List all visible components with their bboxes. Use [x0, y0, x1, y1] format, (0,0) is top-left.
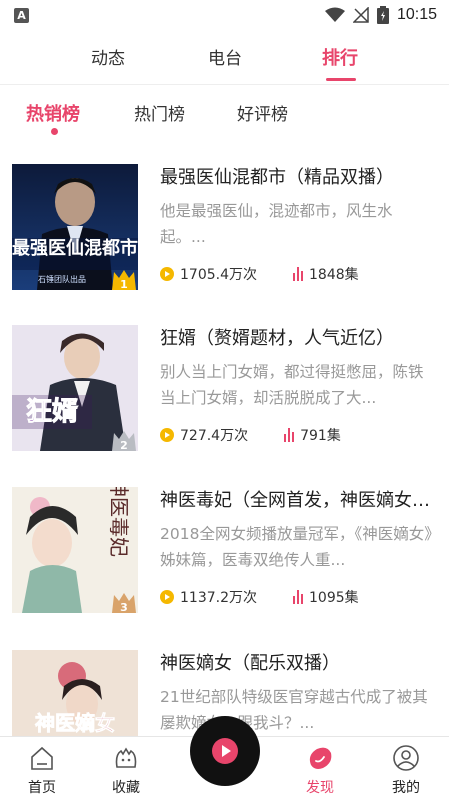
tab-indicator	[326, 78, 356, 81]
wifi-icon	[324, 7, 345, 22]
play-count: 727.4万次	[180, 428, 249, 444]
status-bar: A 10:15	[0, 0, 449, 32]
item-title[interactable]: 神医嫡女（配乐双播）	[160, 650, 440, 675]
play-count: 1137.2万次	[180, 590, 257, 606]
item-meta: 1705.4万次 1848集	[160, 264, 359, 284]
profile-icon	[393, 745, 419, 771]
item-meta: 727.4万次 791集	[160, 425, 341, 445]
play-count-icon	[160, 267, 174, 281]
nav-home[interactable]: 首页	[12, 737, 72, 800]
cover-title: 最强医仙混都市	[12, 237, 138, 259]
cover-subtitle: 石锤团队出品	[38, 274, 86, 284]
tab-dynamic[interactable]: 动态	[91, 44, 125, 69]
cover-title: 神医毒妃	[107, 487, 131, 557]
battery-icon	[376, 6, 389, 24]
book-cover[interactable]: 神医毒妃 3	[12, 487, 138, 613]
tab-ranking[interactable]: 排行	[322, 44, 358, 70]
svg-text:3: 3	[120, 601, 128, 613]
player-disc-button[interactable]	[190, 716, 260, 786]
rank-badge: 3	[112, 593, 136, 613]
list-item[interactable]: 最强医仙混都市 石锤团队出品 1 最强医仙混都市（精品双播） 他是最强医仙，混迹…	[0, 164, 449, 324]
tab-popular[interactable]: 热门榜	[134, 100, 185, 125]
episode-count: 1848集	[309, 267, 359, 283]
book-cover[interactable]: 神医嫡女	[12, 650, 138, 736]
episodes-icon	[293, 267, 303, 281]
episode-count: 791集	[300, 428, 341, 444]
play-count: 1705.4万次	[180, 267, 257, 283]
nav-collection-label: 收藏	[112, 780, 140, 796]
svg-text:2: 2	[120, 439, 128, 451]
app-notification-icon: A	[14, 8, 29, 23]
item-meta: 1137.2万次 1095集	[160, 587, 359, 607]
nav-collection[interactable]: 收藏	[96, 737, 156, 800]
nav-discover[interactable]: 发现	[290, 737, 350, 800]
top-tabs: 动态 电台 排行	[0, 36, 449, 80]
sub-tabs: 热销榜 热门榜 好评榜	[0, 92, 449, 140]
nav-discover-label: 发现	[306, 780, 334, 796]
tab-top-rated[interactable]: 好评榜	[237, 100, 288, 125]
list-item[interactable]: 狂婿 2 狂婿（赘婿题材，人气近亿） 别人当上门女婿，都过得挺憋屈，陈铁当上门女…	[0, 325, 449, 485]
item-description: 别人当上门女婿，都过得挺憋屈，陈铁当上门女婿，却活脱脱成了大...	[160, 363, 424, 407]
nav-profile-label: 我的	[392, 780, 420, 796]
discover-icon	[309, 747, 332, 769]
episodes-icon	[293, 590, 303, 604]
item-title[interactable]: 神医毒妃（全网首发，神医嫡女续篇）	[160, 486, 440, 512]
status-icons: 10:15	[324, 6, 437, 24]
rank-badge: 1	[112, 270, 136, 290]
cover-title: 狂婿	[26, 397, 78, 427]
rank-badge: 2	[112, 431, 136, 451]
clock: 10:15	[396, 6, 437, 23]
subtab-indicator-dot	[51, 128, 58, 135]
book-cover[interactable]: 狂婿 2	[12, 325, 138, 451]
divider	[0, 84, 449, 85]
item-description: 他是最强医仙，混迹都市，风生水起。...	[160, 202, 393, 246]
cover-title: 神医嫡女	[35, 711, 115, 735]
tab-radio[interactable]: 电台	[208, 44, 242, 69]
play-count-icon	[160, 428, 174, 442]
item-description: 2018全网女频播放量冠军，《神医嫡女》姊妹篇，医毒双绝传人重...	[160, 525, 432, 569]
item-title[interactable]: 最强医仙混都市（精品双播）	[160, 163, 440, 189]
item-title[interactable]: 狂婿（赘婿题材，人气近亿）	[160, 324, 440, 350]
no-signal-icon	[352, 7, 369, 23]
episodes-icon	[284, 428, 295, 442]
book-cover[interactable]: 最强医仙混都市 石锤团队出品 1	[12, 164, 138, 290]
nav-profile[interactable]: 我的	[376, 737, 436, 800]
home-icon	[31, 746, 53, 770]
collection-icon	[115, 747, 137, 768]
episode-count: 1095集	[309, 590, 359, 606]
nav-home-label: 首页	[28, 780, 56, 796]
list-item[interactable]: 神医毒妃 3 神医毒妃（全网首发，神医嫡女续篇） 2018全网女频播放量冠军，《…	[0, 487, 449, 647]
play-icon	[212, 738, 238, 764]
tab-bestseller[interactable]: 热销榜	[26, 100, 80, 126]
play-count-icon	[160, 590, 174, 604]
svg-text:1: 1	[120, 278, 128, 290]
